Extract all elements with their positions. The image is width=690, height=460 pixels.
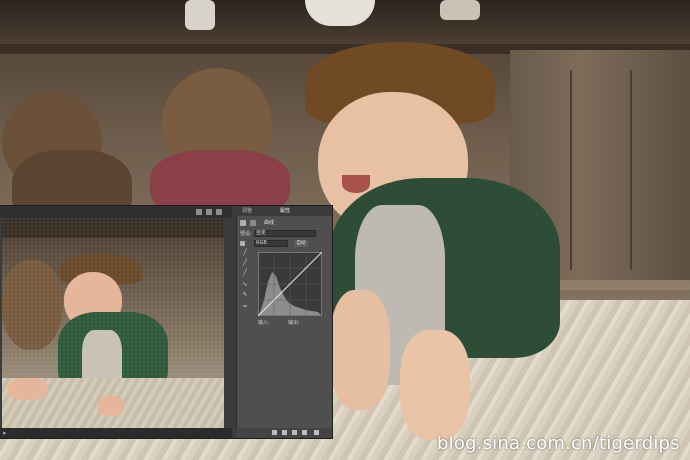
document-title-bar[interactable] — [0, 206, 232, 218]
baby-arm-left — [330, 290, 390, 410]
photoshop-window: ▸ 调整 属性 曲线 预设: 自定 RGB 自动 ╱ ╱ ╱ ∿ ✎ ≈ 输入:… — [0, 206, 332, 438]
panel-title: 曲线 — [264, 220, 275, 226]
auto-button[interactable]: 自动 — [294, 240, 308, 247]
panel-tab-bar: 调整 属性 — [236, 206, 332, 216]
curves-graph[interactable] — [257, 251, 323, 317]
output-label: 输出: — [288, 320, 300, 326]
visibility-eye-icon[interactable] — [302, 430, 307, 435]
eyedropper-gray-icon[interactable]: ╱ — [242, 260, 248, 266]
status-bar: ▸ — [0, 428, 232, 438]
document-canvas[interactable] — [2, 220, 224, 432]
tab-properties[interactable]: 属性 — [280, 207, 290, 215]
preset-dropdown[interactable]: 自定 — [254, 230, 316, 237]
preset-label: 预设: — [240, 231, 252, 237]
watermark-text: blog.sina.com.cn/tigerdips — [437, 433, 680, 454]
input-label: 输入: — [258, 320, 270, 326]
shelf-jar — [185, 0, 215, 30]
preset-row: 预设: 自定 — [240, 230, 328, 238]
maximize-icon[interactable] — [206, 209, 212, 215]
properties-panel: 调整 属性 曲线 预设: 自定 RGB 自动 ╱ ╱ ╱ ∿ ✎ ≈ 输入: 输… — [236, 206, 332, 438]
panel-bottom-bar — [236, 428, 332, 438]
baby-arm-right — [400, 330, 470, 440]
close-icon[interactable] — [216, 209, 222, 215]
curves-graph-svg — [257, 251, 323, 317]
trash-icon[interactable] — [314, 430, 319, 435]
shelf-box — [440, 0, 480, 20]
adjustment-layer-icon — [240, 220, 246, 226]
baby-mouth — [342, 175, 370, 193]
smooth-icon[interactable]: ≈ — [242, 304, 248, 310]
curve-point-icon[interactable]: ∿ — [242, 282, 248, 288]
clip-to-layer-icon[interactable] — [272, 430, 277, 435]
channel-row: RGB 自动 — [240, 240, 328, 248]
pencil-icon[interactable]: ✎ — [242, 292, 248, 298]
mask-icon[interactable] — [250, 220, 256, 226]
tab-adjustments[interactable]: 调整 — [242, 207, 252, 215]
panel-header: 曲线 — [240, 218, 328, 228]
hand-tool-icon[interactable] — [240, 241, 245, 246]
status-arrow-icon[interactable]: ▸ — [3, 429, 7, 437]
minimize-icon[interactable] — [196, 209, 202, 215]
eyedropper-white-icon[interactable]: ╱ — [242, 270, 248, 276]
preset-value: 自定 — [256, 230, 267, 236]
eyedropper-black-icon[interactable]: ╱ — [242, 250, 248, 256]
reset-icon[interactable] — [292, 430, 297, 435]
view-previous-icon[interactable] — [282, 430, 287, 435]
channel-value: RGB — [256, 240, 267, 246]
channel-dropdown[interactable]: RGB — [254, 240, 288, 247]
